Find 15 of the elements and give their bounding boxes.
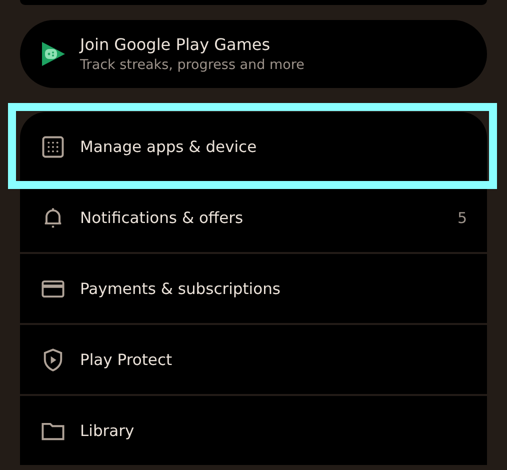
menu-label: Play Protect	[80, 350, 174, 368]
games-title: Join Google Play Games	[80, 35, 272, 54]
count-label: 5	[457, 208, 467, 226]
game-controller-play-icon	[40, 40, 66, 68]
menu-item[interactable]: Manage apps & device	[20, 112, 487, 181]
menu-label: Manage apps & device	[80, 138, 258, 156]
grid-icon	[40, 134, 66, 160]
menu-label: Library	[80, 422, 136, 440]
games-card[interactable]: Join Google Play Games Track streaks, progress and more	[20, 20, 487, 88]
menu-item[interactable]: Library	[20, 396, 487, 465]
menu-label: Payments & subscriptions	[80, 280, 282, 298]
menu-item[interactable]: Payments & subscriptions	[20, 254, 487, 323]
menu-label: Notifications & offers	[80, 208, 244, 226]
menu-item[interactable]: Play Protect	[20, 325, 487, 394]
games-subtitle: Track streaks, progress and more	[80, 57, 304, 73]
